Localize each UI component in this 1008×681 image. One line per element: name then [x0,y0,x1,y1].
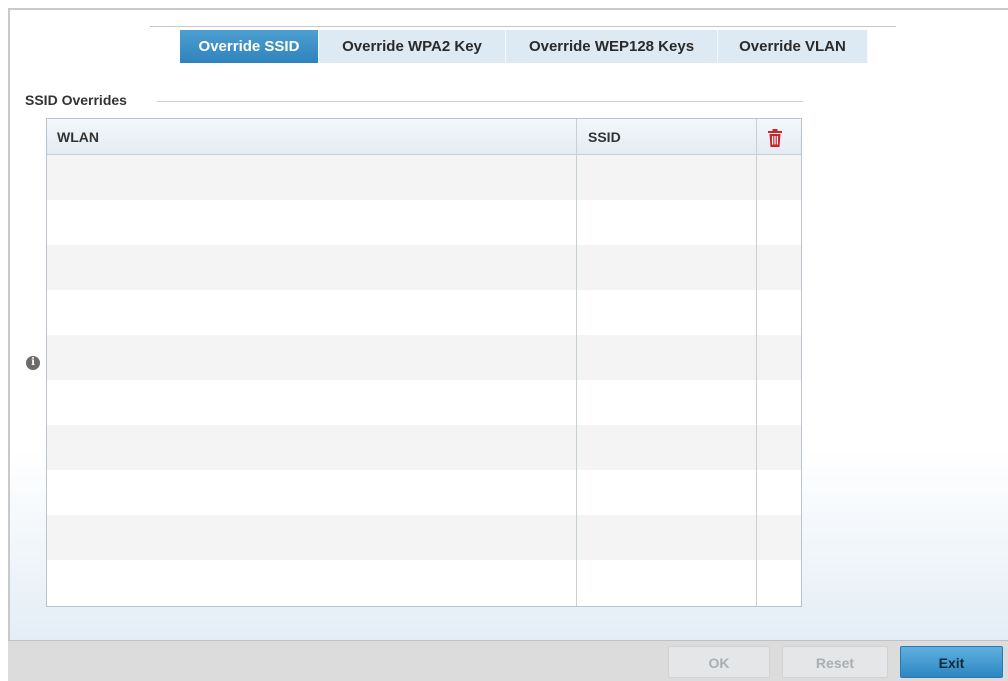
column-header-ssid[interactable]: SSID [588,119,621,155]
tab-override-wpa2-key[interactable]: Override WPA2 Key [319,30,506,63]
table-header: WLAN SSID [47,119,801,155]
column-divider [576,119,577,606]
tab-override-wep128-keys[interactable]: Override WEP128 Keys [506,30,718,63]
info-icon[interactable]: i [26,356,40,370]
table-row[interactable] [47,470,801,515]
table-row[interactable] [47,245,801,290]
tab-override-ssid[interactable]: Override SSID [180,30,319,63]
table-row[interactable] [47,200,801,245]
table-row[interactable] [47,335,801,380]
table-row[interactable] [47,155,801,200]
tab-strip-divider [150,26,896,27]
ok-button[interactable]: OK [668,646,770,678]
ssid-overrides-table: WLAN SSID [46,118,802,607]
table-row[interactable] [47,515,801,560]
table-row[interactable] [47,290,801,335]
table-body [47,155,801,605]
column-divider [756,119,757,606]
tab-bar: Override SSID Override WPA2 Key Override… [180,30,868,63]
trash-icon[interactable] [767,129,783,147]
reset-button[interactable]: Reset [782,646,888,678]
table-row[interactable] [47,560,801,605]
exit-button[interactable]: Exit [900,646,1003,678]
table-row[interactable] [47,425,801,470]
table-row[interactable] [47,380,801,425]
section-title: SSID Overrides [25,92,127,108]
section-divider [157,101,803,102]
tab-override-vlan[interactable]: Override VLAN [718,30,868,63]
column-header-wlan[interactable]: WLAN [57,119,99,155]
